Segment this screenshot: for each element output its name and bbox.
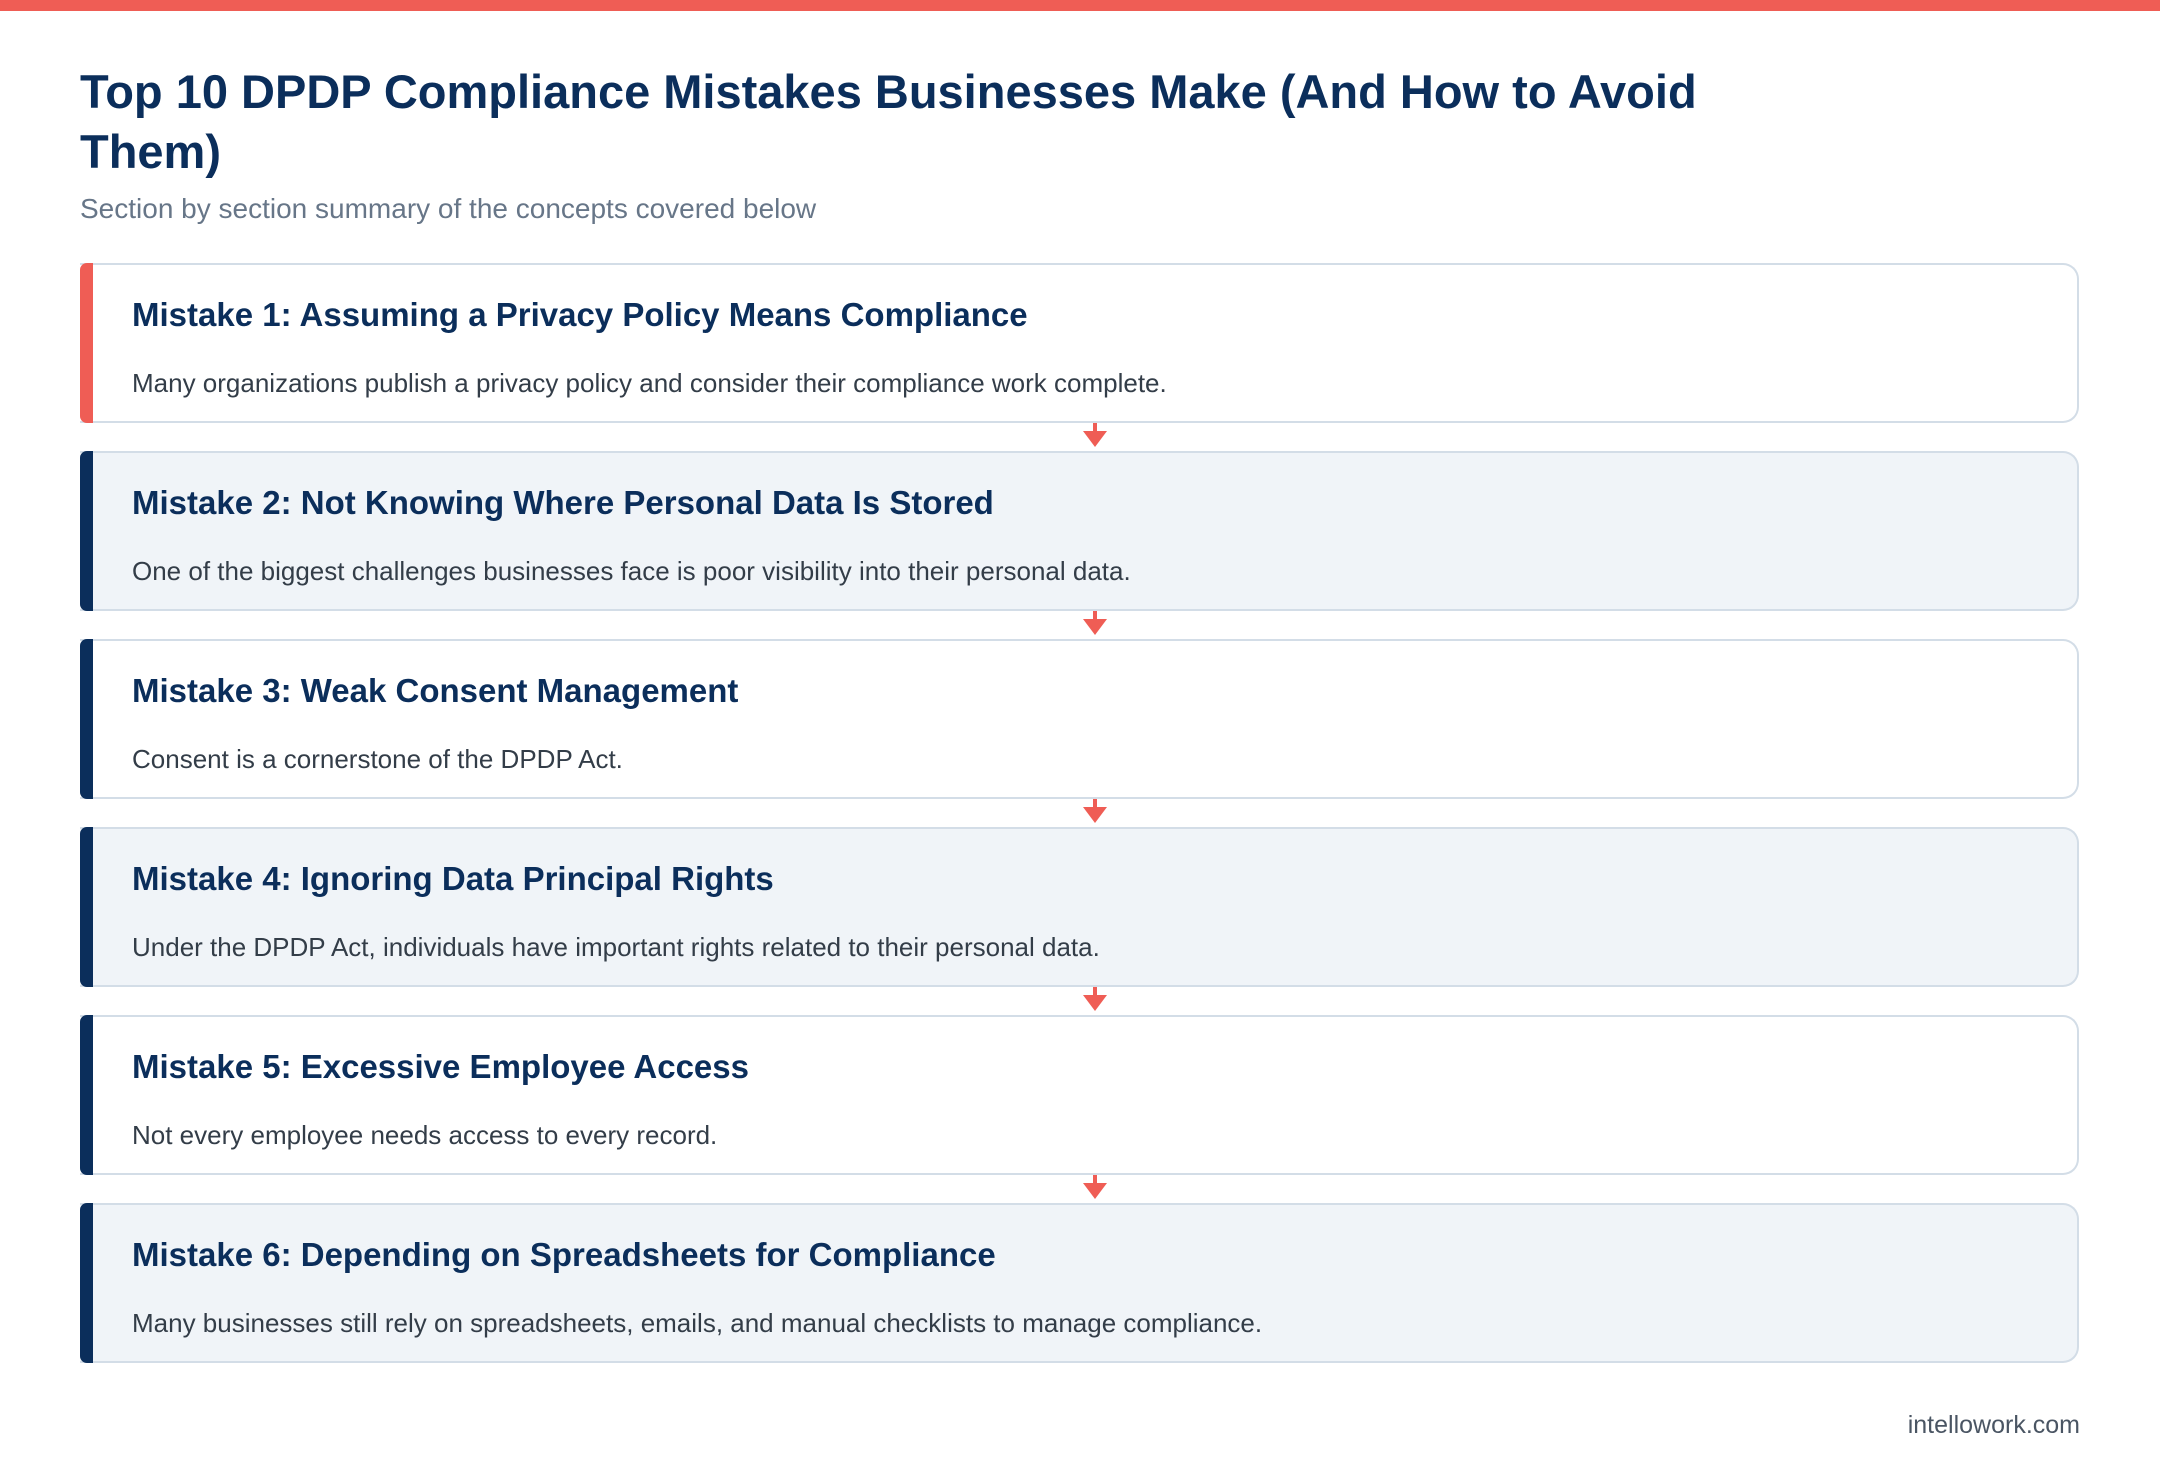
arrow-down-icon [1083,423,1107,447]
arrow-shaft [1093,987,1097,996]
mistake-card-2: Mistake 2: Not Knowing Where Personal Da… [80,451,2079,611]
mistake-card-1: Mistake 1: Assuming a Privacy Policy Mea… [80,263,2079,423]
mistake-title: Mistake 3: Weak Consent Management [132,672,739,709]
flow-connector [80,611,2079,639]
mistake-description: Many businesses still rely on spreadshee… [132,1308,1263,1338]
mistake-title: Mistake 2: Not Knowing Where Personal Da… [132,484,994,521]
card-accent-bar [80,451,93,611]
mistake-card-4: Mistake 4: Ignoring Data Principal Right… [80,827,2079,987]
mistake-description: One of the biggest challenges businesses… [132,556,1131,586]
arrow-shaft [1093,799,1097,808]
card-accent-bar [80,827,93,987]
arrow-head [1083,807,1107,823]
arrow-head [1083,431,1107,447]
card-accent-bar [80,639,93,799]
mistake-title: Mistake 4: Ignoring Data Principal Right… [132,860,774,897]
arrow-down-icon [1083,799,1107,823]
card-accent-bar [80,263,93,423]
mistake-card-5: Mistake 5: Excessive Employee Access Not… [80,1015,2079,1175]
mistake-description: Consent is a cornerstone of the DPDP Act… [132,744,623,774]
mistakes-flow: Mistake 1: Assuming a Privacy Policy Mea… [80,263,2079,1363]
flow-connector [80,423,2079,451]
card-accent-bar [80,1203,93,1363]
arrow-shaft [1093,1175,1097,1184]
page-subtitle: Section by section summary of the concep… [80,193,817,224]
arrow-head [1083,1183,1107,1199]
arrow-head [1083,619,1107,635]
mistake-title: Mistake 6: Depending on Spreadsheets for… [132,1236,996,1273]
arrow-shaft [1093,611,1097,620]
flow-connector [80,987,2079,1015]
card-accent-bar [80,1015,93,1175]
mistake-title: Mistake 1: Assuming a Privacy Policy Mea… [132,296,1028,333]
arrow-head [1083,995,1107,1011]
arrow-shaft [1093,423,1097,432]
mistake-description: Not every employee needs access to every… [132,1120,718,1150]
flow-connector [80,799,2079,827]
arrow-down-icon [1083,611,1107,635]
mistake-title: Mistake 5: Excessive Employee Access [132,1048,749,1085]
footer-domain: intellowork.com [1907,1411,2080,1439]
mistake-card-3: Mistake 3: Weak Consent Management Conse… [80,639,2079,799]
arrow-down-icon [1083,1175,1107,1199]
flow-connector [80,1175,2079,1203]
arrow-down-icon [1083,987,1107,1011]
page-title: Top 10 DPDP Compliance Mistakes Business… [80,65,1697,178]
mistake-description: Under the DPDP Act, individuals have imp… [132,932,1100,962]
top-accent-bar [0,0,2160,11]
mistake-card-6: Mistake 6: Depending on Spreadsheets for… [80,1203,2079,1363]
mistake-description: Many organizations publish a privacy pol… [132,368,1167,398]
